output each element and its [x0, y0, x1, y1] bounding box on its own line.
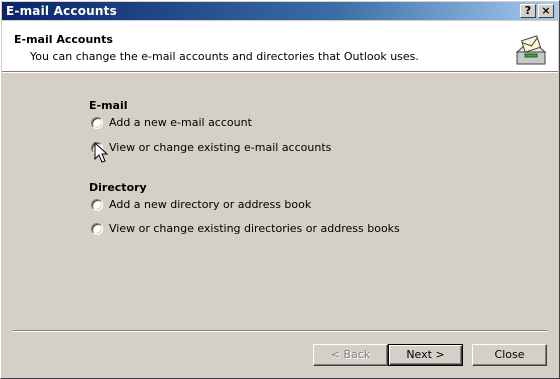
email-accounts-dialog: E-mail Accounts ? × E-mail Accounts You … [0, 0, 560, 379]
header-description: You can change the e-mail accounts and d… [30, 50, 419, 63]
back-button[interactable]: < Back [313, 344, 388, 366]
radio-view-email-accounts[interactable]: View or change existing e-mail accounts [91, 141, 331, 154]
window-title: E-mail Accounts [6, 4, 117, 18]
radio-label: Add a new e-mail account [109, 116, 252, 129]
email-section-label: E-mail [89, 99, 128, 112]
directory-section-label: Directory [89, 181, 147, 194]
radio-add-directory[interactable]: Add a new directory or address book [91, 198, 311, 211]
footer-separator [13, 330, 547, 332]
mail-tray-icon [515, 35, 547, 65]
wizard-header: E-mail Accounts You can change the e-mai… [2, 21, 558, 73]
header-title: E-mail Accounts [14, 33, 113, 46]
radio-button[interactable] [91, 222, 103, 235]
radio-label: View or change existing directories or a… [109, 222, 400, 235]
radio-view-directories[interactable]: View or change existing directories or a… [91, 222, 400, 235]
help-button[interactable]: ? [520, 4, 536, 18]
radio-button[interactable] [91, 198, 103, 211]
next-button[interactable]: Next > [388, 344, 463, 366]
radio-label: Add a new directory or address book [109, 198, 312, 211]
header-separator [2, 71, 558, 73]
title-bar[interactable]: E-mail Accounts [2, 2, 558, 20]
close-window-button[interactable]: × [538, 4, 554, 18]
radio-add-email-account[interactable]: Add a new e-mail account [91, 116, 252, 129]
radio-label: View or change existing e-mail accounts [109, 141, 332, 154]
close-button[interactable]: Close [472, 344, 547, 366]
mouse-pointer-icon [94, 142, 108, 163]
radio-button[interactable] [91, 116, 103, 129]
